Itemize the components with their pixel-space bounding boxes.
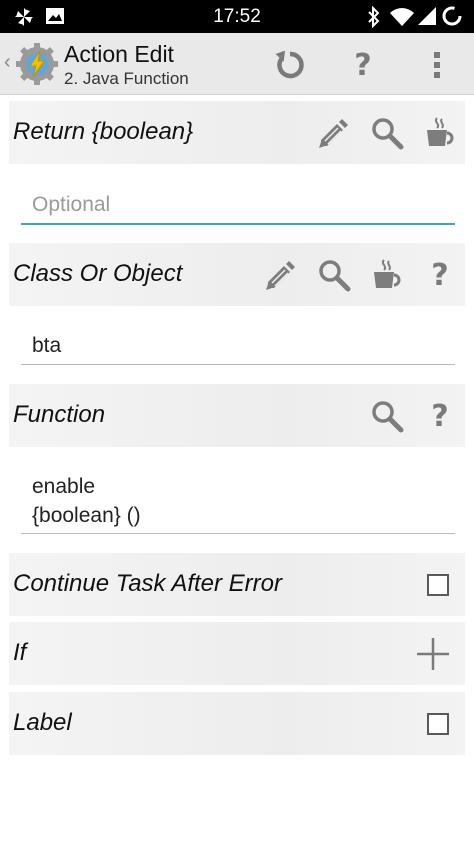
class-or-object-value: bta xyxy=(32,334,62,357)
if-add-button[interactable] xyxy=(415,636,451,672)
help-button[interactable]: ? xyxy=(341,43,385,87)
help-icon: ? xyxy=(431,398,449,434)
class-search-button[interactable] xyxy=(316,257,352,293)
refresh-button[interactable] xyxy=(268,43,312,87)
continue-task-checkbox[interactable] xyxy=(427,574,449,596)
section-continue-task: Continue Task After Error xyxy=(9,553,465,616)
pencil-icon xyxy=(319,119,348,148)
return-variable-field[interactable]: Optional xyxy=(21,186,455,225)
function-search-button[interactable] xyxy=(369,398,405,434)
plus-icon xyxy=(417,638,449,670)
class-edit-button[interactable] xyxy=(262,257,298,293)
label-label: Label xyxy=(13,709,72,736)
class-or-object-label: Class Or Object xyxy=(13,260,183,287)
function-value-line2: {boolean} () xyxy=(32,504,141,527)
return-search-button[interactable] xyxy=(369,115,405,151)
magnifier-icon xyxy=(372,118,404,150)
overflow-menu-button[interactable] xyxy=(415,43,459,87)
section-return: Return {boolean} xyxy=(9,101,465,164)
refresh-icon xyxy=(275,50,304,79)
signal-icon xyxy=(418,7,436,25)
help-icon: ? xyxy=(354,47,372,83)
help-icon: ? xyxy=(431,257,449,293)
back-chevron-icon[interactable]: ‹ xyxy=(4,51,11,74)
magnifier-icon xyxy=(319,260,351,292)
screen-subtitle: 2. Java Function xyxy=(64,69,189,88)
status-bar: 17:52 xyxy=(0,0,474,33)
section-label: Label xyxy=(9,692,465,755)
coffee-cup-icon xyxy=(374,259,401,288)
section-if: If xyxy=(9,622,465,685)
function-field[interactable]: enable {boolean} () xyxy=(21,471,455,534)
wifi-icon xyxy=(390,8,414,26)
continue-task-label: Continue Task After Error xyxy=(13,570,283,597)
magnifier-icon xyxy=(372,401,404,433)
screen-title: Action Edit xyxy=(64,41,174,67)
return-placeholder: Optional xyxy=(32,193,111,216)
app-logo-icon[interactable] xyxy=(15,42,59,86)
section-class-or-object: Class Or Object ? xyxy=(9,243,465,306)
coffee-cup-icon xyxy=(427,117,454,146)
class-java-button[interactable] xyxy=(369,257,405,293)
return-edit-button[interactable] xyxy=(315,115,351,151)
function-field-underline xyxy=(21,533,455,534)
return-java-button[interactable] xyxy=(422,115,458,151)
function-label: Function xyxy=(13,401,106,428)
battery-icon xyxy=(442,6,462,26)
class-help-button[interactable]: ? xyxy=(422,257,458,293)
section-function: Function ? xyxy=(9,384,465,447)
if-label: If xyxy=(13,639,27,666)
action-bar: ‹ Action Edit 2. Java Function ? xyxy=(0,33,474,95)
class-field-underline xyxy=(21,364,455,365)
return-label: Return {boolean} xyxy=(13,118,194,145)
function-help-button[interactable]: ? xyxy=(422,398,458,434)
bluetooth-icon xyxy=(368,6,380,28)
class-or-object-field[interactable]: bta xyxy=(21,328,455,365)
function-value-line1: enable xyxy=(32,475,96,498)
pencil-icon xyxy=(266,261,295,290)
return-field-underline xyxy=(21,223,455,225)
overflow-menu-icon xyxy=(434,52,440,78)
label-checkbox[interactable] xyxy=(427,713,449,735)
